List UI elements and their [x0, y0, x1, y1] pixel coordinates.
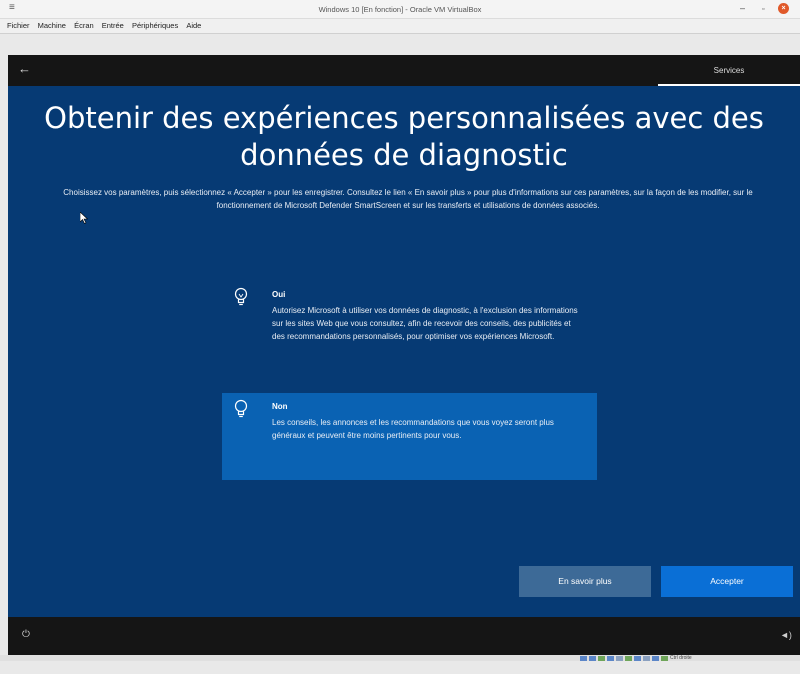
option-non-text: Les conseils, les annonces et les recomm…	[272, 418, 554, 440]
option-oui-title: Oui	[272, 290, 286, 299]
hard-disk-icon[interactable]	[580, 656, 587, 661]
usb-icon[interactable]	[616, 656, 623, 661]
window-title: Windows 10 [En fonction] - Oracle VM Vir…	[318, 5, 482, 14]
oobe-bottombar: ⏻ ◄)	[8, 617, 800, 655]
vbox-menubar: Fichier Machine Écran Entrée Périphériqu…	[0, 19, 800, 34]
network-icon[interactable]	[607, 656, 614, 661]
status-tray: Ctrl droite	[580, 656, 800, 661]
shared-folders-icon[interactable]	[625, 656, 632, 661]
menu-peripheriques[interactable]: Périphériques	[132, 19, 178, 33]
option-oui-text: Autorisez Microsoft à utiliser vos donné…	[272, 306, 578, 341]
mouse-integration-icon[interactable]	[661, 656, 668, 661]
tab-services: Services	[658, 55, 800, 86]
minimize-button[interactable]: –	[740, 3, 745, 13]
display-icon[interactable]	[634, 656, 641, 661]
accept-button[interactable]: Accepter	[661, 566, 793, 597]
menu-entree[interactable]: Entrée	[102, 19, 124, 33]
audio-icon[interactable]	[598, 656, 605, 661]
option-non[interactable]: Non Les conseils, les annonces et les re…	[222, 393, 597, 480]
option-oui[interactable]: Oui Autorisez Microsoft à utiliser vos d…	[222, 281, 597, 384]
lightbulb-icon	[234, 399, 248, 418]
cpu-icon[interactable]	[652, 656, 659, 661]
arrow-left-icon[interactable]: ←	[18, 61, 31, 77]
oobe-topbar: ← Services	[8, 55, 800, 86]
menu-aide[interactable]: Aide	[186, 19, 201, 33]
menu-machine[interactable]: Machine	[38, 19, 66, 33]
host-key-label: Ctrl droite	[670, 655, 692, 661]
optical-drive-icon[interactable]	[589, 656, 596, 661]
close-button[interactable]: ×	[778, 3, 789, 14]
maximize-button[interactable]: ▫	[762, 5, 764, 15]
power-icon[interactable]: ⏻	[22, 629, 30, 641]
menu-fichier[interactable]: Fichier	[7, 19, 30, 33]
learn-more-button[interactable]: En savoir plus	[519, 566, 651, 597]
mouse-cursor-icon	[80, 212, 88, 224]
vbox-titlebar: ≡ Windows 10 [En fonction] - Oracle VM V…	[0, 0, 800, 19]
lightbulb-on-icon	[234, 287, 248, 306]
page-description: Choisissez vos paramètres, puis sélectio…	[63, 188, 753, 210]
volume-icon[interactable]: ◄)	[780, 629, 792, 641]
page-title: Obtenir des expériences personnalisées a…	[44, 101, 764, 172]
recording-icon[interactable]	[643, 656, 650, 661]
menu-ecran[interactable]: Écran	[74, 19, 94, 33]
option-non-title: Non	[272, 402, 288, 411]
